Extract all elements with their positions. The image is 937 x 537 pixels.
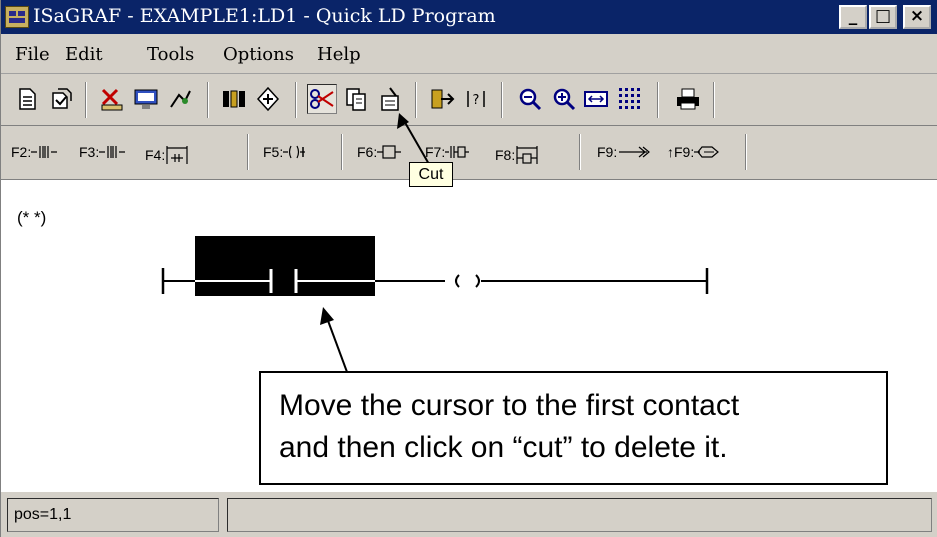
block-contact-icon	[445, 146, 470, 158]
shift-f9-return-button[interactable]: ↑F9:	[667, 144, 722, 160]
toolbar-separator	[501, 82, 503, 118]
zoom-in-icon[interactable]	[549, 84, 579, 114]
toolbar-separator	[85, 82, 87, 118]
maximize-button[interactable]: □	[869, 5, 897, 29]
isagraf-window: ISaGRAF - EXAMPLE1:LD1 - Quick LD Progra…	[0, 0, 937, 537]
toolbar-separator	[579, 134, 581, 170]
variables-icon[interactable]	[165, 84, 195, 114]
window-title: ISaGRAF - EXAMPLE1:LD1 - Quick LD Progra…	[33, 5, 496, 27]
f5-label: F5:	[263, 144, 284, 160]
toolbar-separator	[247, 134, 249, 170]
menu-help[interactable]: Help	[317, 44, 361, 65]
cut-tooltip: Cut	[409, 162, 453, 187]
toolbar-separator	[745, 134, 747, 170]
callout-line-2: and then click on “cut” to delete it.	[279, 431, 728, 464]
zoom-out-icon[interactable]	[515, 84, 545, 114]
status-message	[227, 498, 932, 532]
f9-label: F9:	[597, 144, 618, 160]
f2-contact-button[interactable]: F2:	[11, 144, 58, 160]
cut-icon[interactable]	[307, 84, 337, 114]
status-bar: pos=1,1	[1, 491, 937, 537]
close-button[interactable]: ×	[903, 5, 931, 29]
print-icon[interactable]	[673, 84, 703, 114]
f4-parallel-button[interactable]: F4:	[145, 144, 189, 166]
menu-options[interactable]: Options	[223, 44, 294, 65]
f4-label: F4:	[145, 147, 166, 163]
block-icon	[377, 145, 402, 159]
contact-before-icon	[31, 146, 58, 158]
toolbar-separator	[341, 134, 343, 170]
f9-jump-button[interactable]: F9:	[597, 144, 653, 160]
f3-contact-button[interactable]: F3:	[79, 144, 126, 160]
menu-bar: File Edit Tools Options Help	[1, 34, 937, 74]
coil-icon	[283, 145, 306, 159]
fit-icon[interactable]	[581, 84, 611, 114]
title-bar[interactable]: ISaGRAF - EXAMPLE1:LD1 - Quick LD Progra…	[1, 0, 937, 34]
contact-after-icon	[99, 146, 126, 158]
copy-icon[interactable]	[341, 84, 371, 114]
menu-edit[interactable]: Edit	[65, 44, 103, 65]
f5-coil-button[interactable]: F5:	[263, 144, 306, 160]
f2-label: F2:	[11, 144, 32, 160]
question-icon[interactable]: ?	[461, 84, 491, 114]
f6-block-button[interactable]: F6:	[357, 144, 402, 160]
parallel-contact-icon	[166, 146, 188, 164]
f7-label: F7:	[425, 144, 446, 160]
toolbar-separator	[657, 82, 659, 118]
f7-button[interactable]: F7:	[425, 144, 470, 160]
open-icon[interactable]	[47, 84, 77, 114]
grid-icon[interactable]	[615, 84, 645, 114]
toolbar-separator	[207, 82, 209, 118]
isagraf-app-icon[interactable]	[5, 6, 29, 28]
menu-file[interactable]: File	[15, 44, 50, 65]
svg-text:?: ?	[473, 93, 480, 108]
f6-label: F6:	[357, 144, 378, 160]
new-icon[interactable]	[13, 84, 43, 114]
minimize-button[interactable]: _	[839, 5, 867, 29]
library-icon[interactable]	[219, 84, 249, 114]
shift-f9-label: ↑F9:	[667, 144, 695, 160]
f8-label: F8:	[495, 147, 516, 163]
menu-tools[interactable]: Tools	[147, 44, 194, 65]
toolbar-separator	[295, 82, 297, 118]
verify-icon[interactable]	[97, 84, 127, 114]
f8-button[interactable]: F8:	[495, 144, 539, 166]
jump-icon	[619, 146, 651, 158]
instruction-callout: Move the cursor to the first contact and…	[259, 371, 888, 485]
parallel-block-icon	[516, 146, 538, 164]
cursor-position: pos=1,1	[7, 498, 219, 532]
callout-line-1: Move the cursor to the first contact	[279, 389, 740, 422]
toolbar-separator	[713, 82, 715, 118]
insert-icon[interactable]	[253, 84, 283, 114]
return-icon	[694, 146, 720, 158]
rung-comment[interactable]: (* *)	[17, 208, 46, 228]
toolbar-separator	[415, 82, 417, 118]
f3-label: F3:	[79, 144, 100, 160]
main-toolbar: ?	[1, 74, 937, 126]
paste-icon[interactable]	[375, 84, 405, 114]
dictionary-icon[interactable]	[131, 84, 161, 114]
ld-toolbar: F2: F3: F4: F5: F6: F7: F8: F9: ↑F9:	[1, 126, 937, 180]
go-to-icon[interactable]	[427, 84, 457, 114]
